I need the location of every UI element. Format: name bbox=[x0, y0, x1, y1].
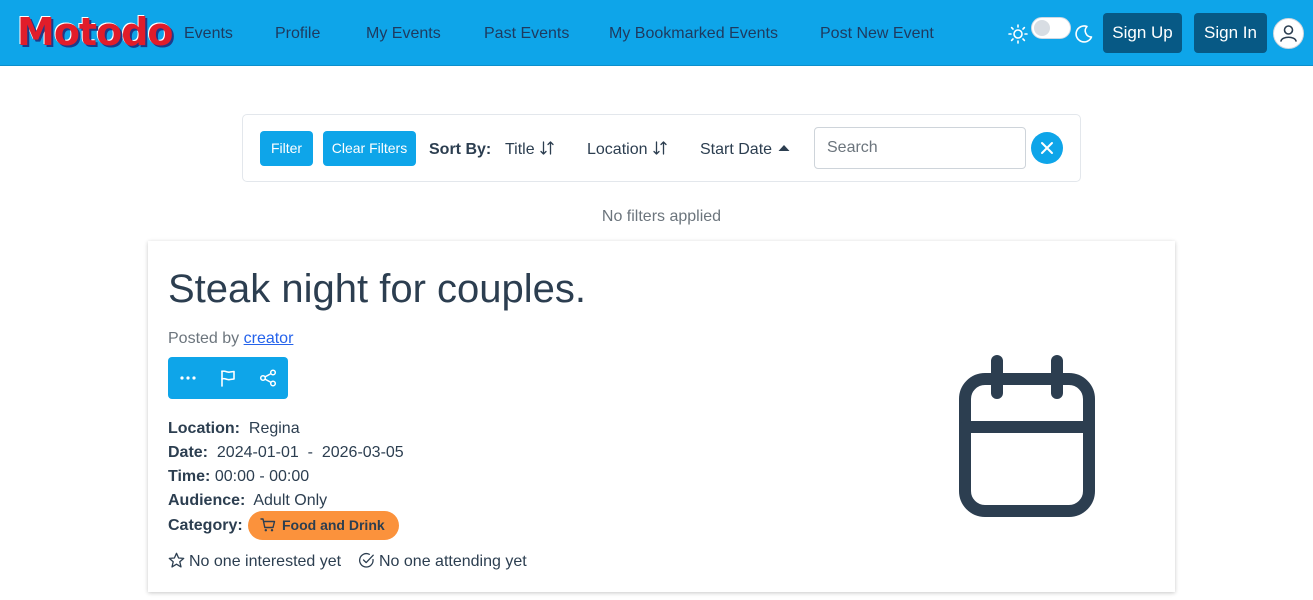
attending-stat[interactable]: No one attending yet bbox=[358, 552, 527, 572]
close-icon bbox=[1041, 142, 1053, 154]
logo[interactable]: Motodo bbox=[17, 9, 173, 55]
calendar-icon bbox=[959, 355, 1095, 517]
event-title: Steak night for couples. bbox=[168, 267, 587, 311]
nav-link-my-events[interactable]: My Events bbox=[366, 24, 441, 44]
moon-icon bbox=[1075, 25, 1093, 43]
flag-icon bbox=[221, 370, 235, 387]
date-line: Date: 2024-01-01 - 2026-03-05 bbox=[168, 443, 404, 463]
sort-location[interactable]: Location bbox=[587, 140, 668, 160]
location-label: Location: bbox=[168, 420, 240, 437]
nav-link-past-events[interactable]: Past Events bbox=[484, 24, 569, 44]
clear-search-button[interactable] bbox=[1031, 132, 1063, 164]
time-line: Time: 00:00 - 00:00 bbox=[168, 467, 309, 487]
sort-start-date-label: Start Date bbox=[700, 141, 773, 158]
category-value: Food and Drink bbox=[282, 517, 385, 533]
sort-arrows-icon bbox=[539, 141, 554, 155]
check-circle-icon bbox=[359, 553, 374, 568]
audience-line: Audience: Adult Only bbox=[168, 491, 327, 511]
sort-start-date[interactable]: Start Date bbox=[700, 140, 792, 160]
sign-up-button[interactable]: Sign Up bbox=[1103, 13, 1182, 53]
navbar: Motodo Events Profile My Events Past Eve… bbox=[0, 0, 1313, 66]
category-line: Category: bbox=[168, 516, 243, 536]
interested-text: No one interested yet bbox=[189, 553, 342, 570]
posted-by: Posted by creator bbox=[168, 329, 293, 349]
author-link[interactable]: creator bbox=[244, 330, 294, 347]
date-end: 2026-03-05 bbox=[321, 444, 404, 461]
user-icon bbox=[1280, 25, 1297, 42]
time-value: 00:00 - 00:00 bbox=[214, 468, 310, 485]
sun-icon bbox=[1008, 24, 1028, 44]
share-icon bbox=[259, 369, 277, 387]
theme-toggle[interactable] bbox=[1031, 17, 1071, 39]
nav-link-profile[interactable]: Profile bbox=[275, 24, 320, 44]
sort-location-label: Location bbox=[587, 141, 648, 158]
shopping-cart-icon bbox=[260, 518, 276, 532]
category-badge: Food and Drink bbox=[248, 511, 399, 540]
attending-text: No one attending yet bbox=[379, 553, 527, 570]
search-input[interactable] bbox=[814, 127, 1026, 169]
share-button[interactable] bbox=[248, 357, 288, 399]
caret-up-icon bbox=[778, 145, 790, 151]
filter-button[interactable]: Filter bbox=[260, 131, 313, 166]
date-label: Date: bbox=[168, 444, 209, 461]
sort-title-label: Title bbox=[505, 141, 535, 158]
nav-link-post-new-event[interactable]: Post New Event bbox=[820, 24, 934, 44]
nav-link-bookmarked-events[interactable]: My Bookmarked Events bbox=[609, 24, 778, 44]
more-button[interactable] bbox=[168, 357, 208, 399]
sort-title[interactable]: Title bbox=[505, 140, 555, 160]
date-separator: - bbox=[307, 444, 313, 461]
avatar[interactable] bbox=[1273, 18, 1304, 49]
report-button[interactable] bbox=[208, 357, 248, 399]
date-start: 2024-01-01 bbox=[216, 444, 299, 461]
interested-stat[interactable]: No one interested yet bbox=[168, 552, 341, 572]
audience-label: Audience: bbox=[168, 492, 246, 509]
location-line: Location: Regina bbox=[168, 419, 300, 439]
sign-in-button[interactable]: Sign In bbox=[1194, 13, 1267, 53]
toggle-knob bbox=[1034, 20, 1050, 36]
clear-filters-button[interactable]: Clear Filters bbox=[323, 131, 416, 166]
location-value: Regina bbox=[248, 420, 300, 437]
filter-status: No filters applied bbox=[601, 208, 722, 225]
posted-by-prefix: Posted by bbox=[168, 330, 240, 347]
category-label: Category: bbox=[168, 517, 243, 534]
time-label: Time: bbox=[168, 468, 211, 485]
nav-link-events[interactable]: Events bbox=[184, 24, 233, 44]
audience-value: Adult Only bbox=[253, 492, 328, 509]
sort-label: Sort By: bbox=[429, 141, 492, 158]
event-actions bbox=[168, 357, 288, 399]
more-dots-icon bbox=[180, 376, 196, 380]
sort-arrows-icon bbox=[652, 141, 667, 155]
star-icon bbox=[168, 552, 185, 568]
